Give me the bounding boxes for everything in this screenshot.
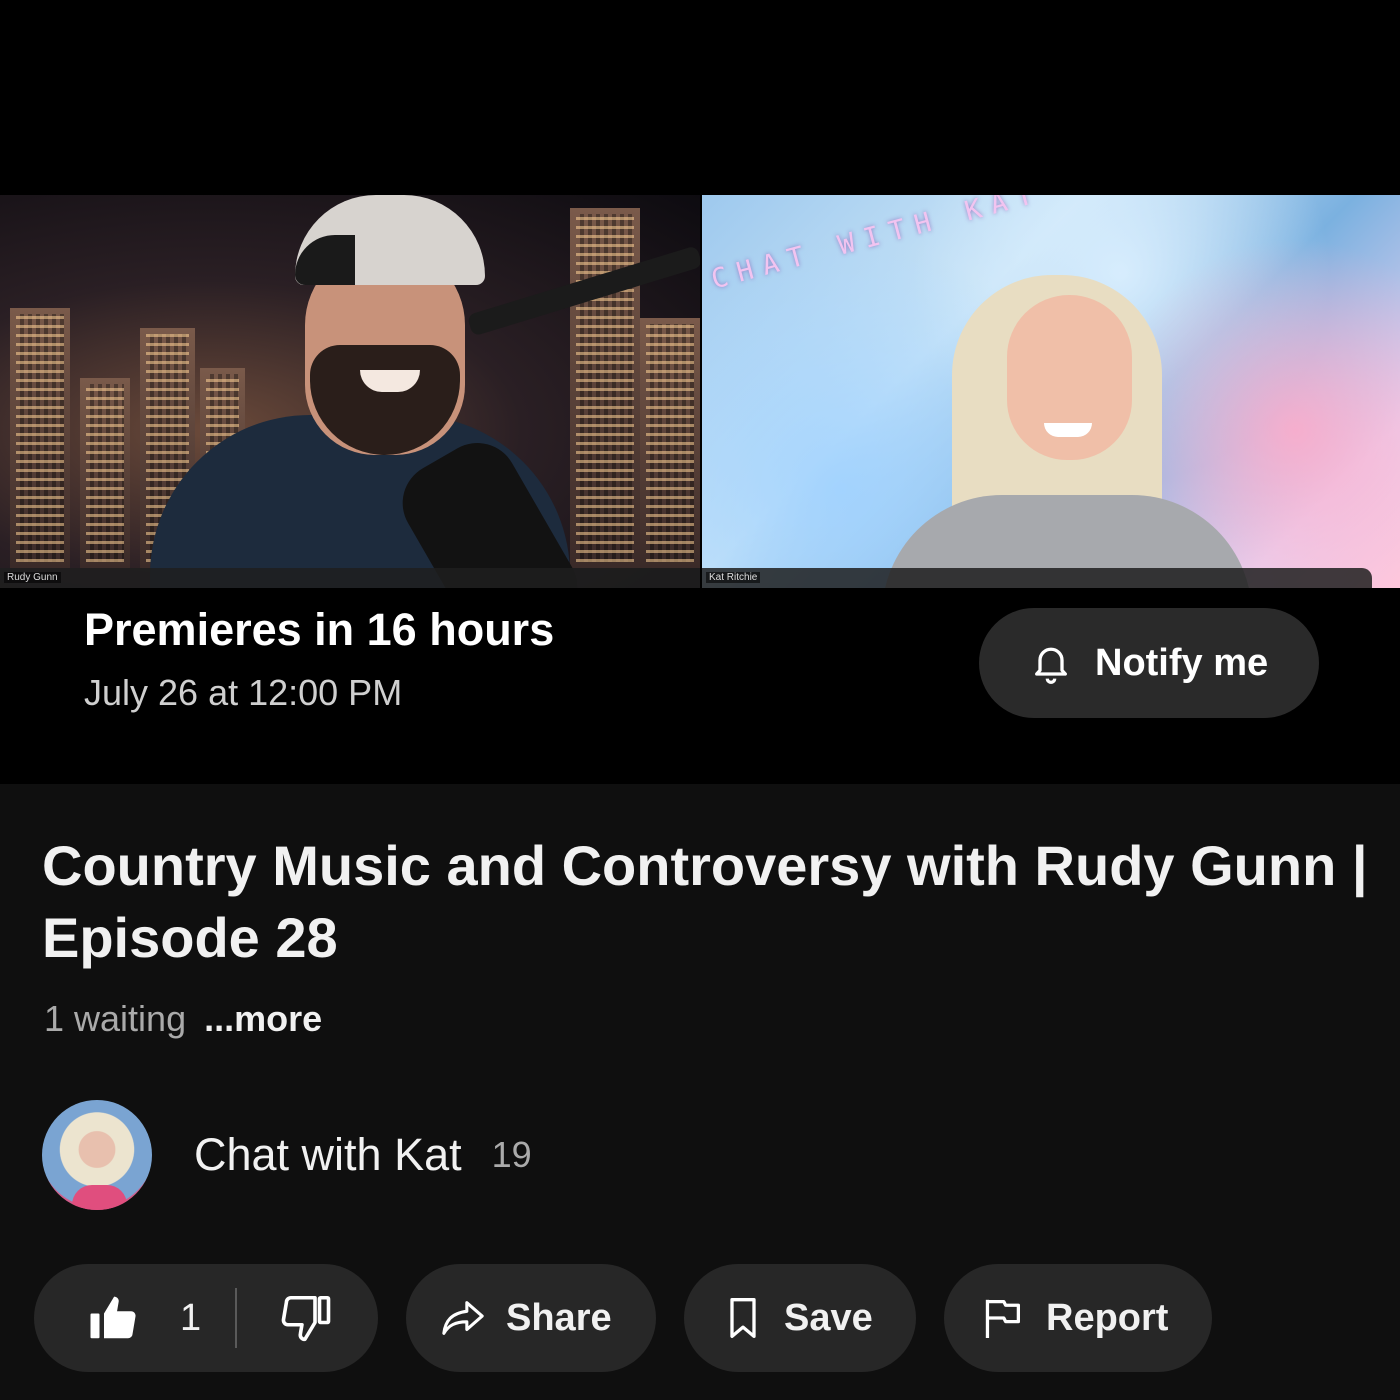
video-title[interactable]: Country Music and Controversy with Rudy … [42,830,1372,974]
left-name-bar [0,568,700,588]
notify-me-label: Notify me [1095,641,1269,684]
bookmark-icon [730,1298,756,1338]
video-left-pane: Rudy Gunn [0,195,700,588]
video-player[interactable]: Rudy Gunn CHAT WITH KAT Kat Ritchie [0,195,1400,588]
top-black-bar [0,0,1400,195]
report-button[interactable]: Report [944,1264,1212,1372]
left-nametag: Rudy Gunn [4,572,61,583]
share-icon [442,1301,484,1335]
thumbs-up-icon[interactable] [86,1291,140,1345]
action-bar: 1 Share Save Report [34,1264,1212,1372]
share-button[interactable]: Share [406,1264,656,1372]
chat-with-kat-overlay: CHAT WITH KAT [707,195,1046,296]
right-nametag: Kat Ritchie [706,572,761,583]
city-building [570,208,640,568]
bell-icon [1035,647,1067,684]
channel-avatar[interactable] [42,1100,152,1210]
video-right-pane: CHAT WITH KAT Kat Ritchie [702,195,1400,588]
notify-me-button[interactable]: Notify me [979,608,1319,718]
premiere-date: July 26 at 12:00 PM [84,672,403,713]
premiere-banner: Premieres in 16 hours July 26 at 12:00 P… [0,588,1400,784]
waiting-count: 1 waiting [44,998,187,1039]
city-building [80,378,130,568]
more-link[interactable]: ...more [204,998,322,1039]
save-button[interactable]: Save [684,1264,916,1372]
share-label: Share [506,1296,612,1339]
thumbs-down-icon[interactable] [279,1291,333,1345]
save-label: Save [784,1296,873,1339]
flag-icon [985,1299,1020,1338]
report-label: Report [1046,1296,1169,1339]
like-divider [235,1288,238,1348]
video-meta: 1 waiting ...more [44,998,322,1040]
right-name-bar [702,568,1372,588]
premiere-status: Premieres in 16 hours [84,604,555,655]
like-dislike-group: 1 [34,1264,378,1372]
guest-smile [1044,423,1092,437]
city-building [10,308,70,568]
subscriber-count: 19 [491,1134,532,1175]
channel-row[interactable]: Chat with Kat 19 [42,1100,532,1210]
channel-name[interactable]: Chat with Kat [194,1129,462,1181]
city-building [640,318,700,568]
like-count: 1 [180,1296,202,1339]
